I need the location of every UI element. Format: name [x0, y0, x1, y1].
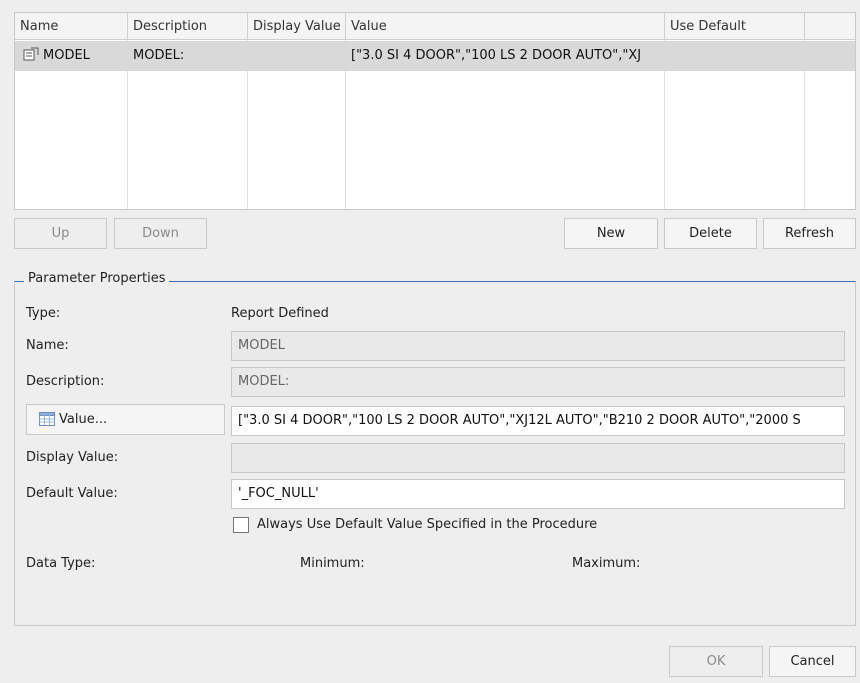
type-value: Report Defined: [231, 306, 329, 321]
value-field[interactable]: ["3.0 SI 4 DOOR","100 LS 2 DOOR AUTO","X…: [231, 406, 845, 436]
table-icon: [39, 408, 55, 437]
row-description-cell: MODEL:: [133, 48, 185, 63]
description-label: Description:: [26, 374, 105, 389]
display-value-label: Display Value:: [26, 450, 119, 465]
value-button[interactable]: Value...: [26, 404, 225, 435]
name-field[interactable]: MODEL: [231, 331, 845, 361]
row-name-text: MODEL: [43, 48, 90, 63]
row-use-default-cell: [665, 41, 805, 71]
always-use-default-checkbox[interactable]: [233, 517, 249, 533]
column-header-value[interactable]: Value: [346, 13, 665, 40]
type-label: Type:: [26, 306, 61, 321]
row-value-cell: ["3.0 SI 4 DOOR","100 LS 2 DOOR AUTO","X…: [351, 48, 642, 63]
parameter-icon: [23, 44, 39, 71]
default-value-label: Default Value:: [26, 486, 118, 501]
column-header-description[interactable]: Description: [128, 13, 248, 40]
parameter-properties-legend: Parameter Properties: [24, 271, 170, 286]
parameters-grid: Name Description Display Value Value Use…: [14, 12, 856, 210]
down-button[interactable]: Down: [114, 218, 207, 249]
column-header-name[interactable]: Name: [15, 13, 128, 40]
default-value-field[interactable]: '_FOC_NULL': [231, 479, 845, 509]
ok-button[interactable]: OK: [669, 646, 763, 677]
delete-button[interactable]: Delete: [664, 218, 757, 249]
column-header-use-default[interactable]: Use Default: [665, 13, 805, 40]
table-row[interactable]: MODEL MODEL: ["3.0 SI 4 DOOR","100 LS 2 …: [15, 41, 855, 71]
description-field[interactable]: MODEL:: [231, 367, 845, 397]
value-button-label: Value...: [59, 412, 108, 427]
new-button[interactable]: New: [564, 218, 658, 249]
maximum-label: Maximum:: [572, 556, 641, 571]
minimum-label: Minimum:: [300, 556, 365, 571]
always-use-default-label[interactable]: Always Use Default Value Specified in th…: [257, 517, 597, 532]
up-button[interactable]: Up: [14, 218, 107, 249]
name-label: Name:: [26, 338, 69, 353]
refresh-button[interactable]: Refresh: [763, 218, 856, 249]
column-header-display-value[interactable]: Display Value: [248, 13, 346, 40]
cancel-button[interactable]: Cancel: [769, 646, 856, 677]
data-type-label: Data Type:: [26, 556, 96, 571]
row-name-cell: MODEL: [15, 41, 128, 71]
display-value-field[interactable]: [231, 443, 845, 473]
row-display-value-cell: [248, 41, 346, 71]
grid-header: Name Description Display Value Value Use…: [15, 13, 855, 40]
